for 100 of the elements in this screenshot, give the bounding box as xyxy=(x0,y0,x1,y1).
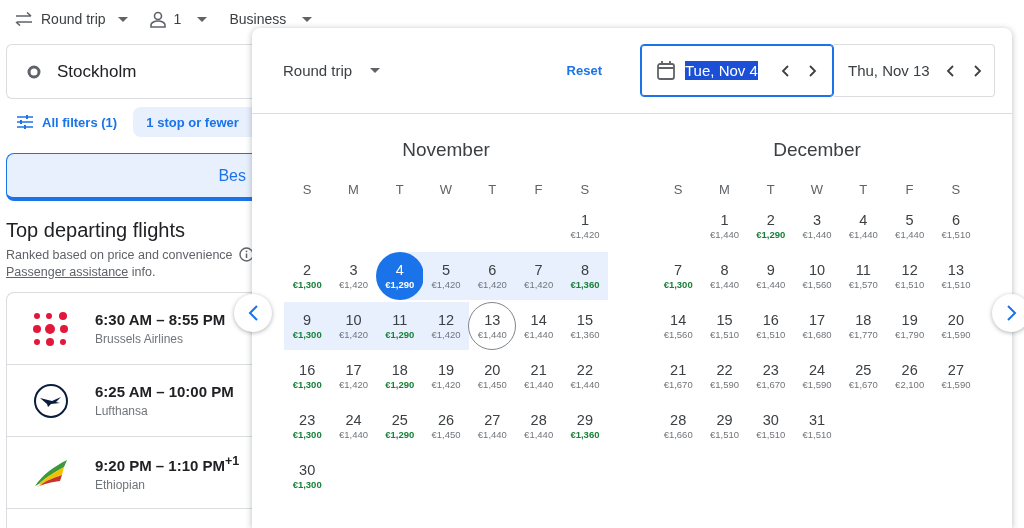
flight-times: 6:25 AM – 10:00 PM xyxy=(95,383,234,400)
calendar-day[interactable]: 24 €1,590 xyxy=(793,352,842,400)
trip-type-dropdown[interactable]: Round trip xyxy=(15,4,128,34)
calendar-day[interactable]: 11 €1,290 xyxy=(375,302,424,350)
calendar-day[interactable]: 15 €1,510 xyxy=(700,302,749,350)
calendar-day[interactable]: 25 €1,670 xyxy=(839,352,888,400)
weekday-label: S xyxy=(580,182,590,197)
calendar-day[interactable]: 14 €1,560 xyxy=(654,302,703,350)
calendar-day[interactable]: 21 €1,670 xyxy=(654,352,703,400)
calendar-day[interactable]: 29 €1,510 xyxy=(700,402,749,450)
calendar-day[interactable]: 25 €1,290 xyxy=(375,402,424,450)
calendar-day[interactable]: 3 €1,420 xyxy=(329,252,378,300)
calendar-day[interactable]: 2 €1,290 xyxy=(746,202,795,250)
weekday-label: T xyxy=(488,182,497,197)
calendar-day[interactable]: 12 €1,510 xyxy=(885,252,934,300)
calendar-day[interactable]: 26 €1,450 xyxy=(422,402,471,450)
departure-date-field[interactable]: Tue, Nov 4 xyxy=(640,44,834,97)
calendar-day[interactable]: 23 €1,300 xyxy=(283,402,332,450)
calendar-day[interactable]: 17 €1,420 xyxy=(329,352,378,400)
person-icon xyxy=(149,10,166,28)
calendar-day[interactable]: 14 €1,440 xyxy=(514,302,563,350)
calendar-day[interactable]: 20 €1,590 xyxy=(931,302,980,350)
calendar-day[interactable]: 31 €1,510 xyxy=(793,402,842,450)
calendar-day[interactable]: 17 €1,680 xyxy=(793,302,842,350)
swap-arrows-icon xyxy=(15,12,33,26)
calendar-day[interactable]: 13 €1,510 xyxy=(931,252,980,300)
calendar-day[interactable]: 19 €1,790 xyxy=(885,302,934,350)
assistance-link[interactable]: Passenger assistance xyxy=(6,265,129,279)
weekday-label: W xyxy=(439,182,453,197)
chevron-left-icon xyxy=(246,304,260,322)
weekday-label: W xyxy=(810,182,824,197)
calendar-day[interactable]: 28 €1,440 xyxy=(514,402,563,450)
calendar-day[interactable]: 8 €1,360 xyxy=(560,252,609,300)
airline-name: Ethiopian xyxy=(95,477,147,492)
calendar-day[interactable]: 30 €1,510 xyxy=(746,402,795,450)
calendar-day[interactable]: 4 €1,440 xyxy=(839,202,888,250)
tail-stripes-icon xyxy=(33,457,69,488)
brussels-dots-icon xyxy=(33,311,69,346)
calendar-day[interactable]: 2 €1,300 xyxy=(283,252,332,300)
calendar-day[interactable]: 10 €1,420 xyxy=(329,302,378,350)
calendar-day[interactable]: 24 €1,440 xyxy=(329,402,378,450)
weekday-label: T xyxy=(859,182,868,197)
calendar-day[interactable]: 15 €1,360 xyxy=(560,302,609,350)
passengers-dropdown[interactable]: 1 xyxy=(149,4,208,34)
sliders-icon xyxy=(17,115,33,129)
origin-field[interactable]: Stockholm xyxy=(6,44,252,99)
calendar-day[interactable]: 3 €1,440 xyxy=(793,202,842,250)
sort-tab[interactable]: Bes xyxy=(6,153,252,201)
calendar-day[interactable]: 10 €1,560 xyxy=(793,252,842,300)
calendar-day[interactable]: 28 €1,660 xyxy=(654,402,703,450)
weekday-label: M xyxy=(719,182,730,197)
calendar-day[interactable]: 1 €1,440 xyxy=(700,202,749,250)
weekday-label: T xyxy=(766,182,775,197)
previous-month-button[interactable] xyxy=(234,294,272,332)
weekday-label: F xyxy=(534,182,543,197)
calendar-day[interactable]: 5 €1,420 xyxy=(422,252,471,300)
caret-icon xyxy=(370,68,381,73)
calendar-day[interactable]: 26 €2,100 xyxy=(885,352,934,400)
chevron-right-icon xyxy=(1004,304,1018,322)
calendar-day[interactable]: 12 €1,420 xyxy=(422,302,471,350)
assistance-note: Passenger assistance info. xyxy=(6,265,157,279)
reset-button[interactable]: Reset xyxy=(566,63,602,78)
calendar-day[interactable]: 6 €1,510 xyxy=(931,202,980,250)
calendar-day[interactable]: 22 €1,590 xyxy=(700,352,749,400)
calendar-day[interactable]: 1 €1,420 xyxy=(560,202,609,250)
calendar-day[interactable]: 6 €1,420 xyxy=(468,252,517,300)
chevron-right-icon[interactable] xyxy=(806,63,819,78)
calendar-day[interactable]: 9 €1,300 xyxy=(283,302,332,350)
all-filters-button[interactable]: All filters (1) xyxy=(17,114,118,130)
calendar-day[interactable]: 19 €1,420 xyxy=(422,352,471,400)
chevron-left-icon[interactable] xyxy=(779,63,792,78)
calendar-day[interactable]: 18 €1,770 xyxy=(839,302,888,350)
calendar-day[interactable]: 16 €1,300 xyxy=(283,352,332,400)
calendar-day[interactable]: 7 €1,420 xyxy=(514,252,563,300)
origin-circle-icon xyxy=(27,64,41,79)
airline-name: Lufthansa xyxy=(95,404,149,418)
calendar-day[interactable]: 16 €1,510 xyxy=(746,302,795,350)
calendar-day[interactable]: 5 €1,440 xyxy=(885,202,934,250)
section-heading: Top departing flights xyxy=(6,219,186,242)
cabin-class-dropdown[interactable]: Business xyxy=(229,4,313,34)
calendar-day[interactable]: 27 €1,590 xyxy=(931,352,980,400)
calendar-day[interactable]: 30 €1,300 xyxy=(283,452,332,500)
calendar-day[interactable]: 22 €1,440 xyxy=(560,352,609,400)
calendar-day[interactable]: 29 €1,360 xyxy=(560,402,609,450)
calendar-day[interactable]: 7 €1,300 xyxy=(654,252,703,300)
weekday-label: S xyxy=(302,182,312,197)
calendar-day[interactable]: 4 €1,290 xyxy=(375,252,424,300)
calendar-day[interactable]: 9 €1,440 xyxy=(746,252,795,300)
calendar-day[interactable]: 27 €1,440 xyxy=(468,402,517,450)
calendar-day[interactable]: 23 €1,670 xyxy=(746,352,795,400)
weekday-label: S xyxy=(673,182,683,197)
filter-chip[interactable]: 1 stop or fewer xyxy=(133,107,252,137)
calendar-day[interactable]: 18 €1,290 xyxy=(375,352,424,400)
calendar-day[interactable]: 11 €1,570 xyxy=(839,252,888,300)
month-title: November xyxy=(401,138,491,162)
calendar-day[interactable]: 8 €1,440 xyxy=(700,252,749,300)
calendar-day[interactable]: 21 €1,440 xyxy=(514,352,563,400)
trip-type-dropdown[interactable]: Round trip xyxy=(283,62,381,79)
return-date-field[interactable]: Thu, Nov 13 xyxy=(834,44,995,97)
calendar-day[interactable]: 20 €1,450 xyxy=(468,352,517,400)
